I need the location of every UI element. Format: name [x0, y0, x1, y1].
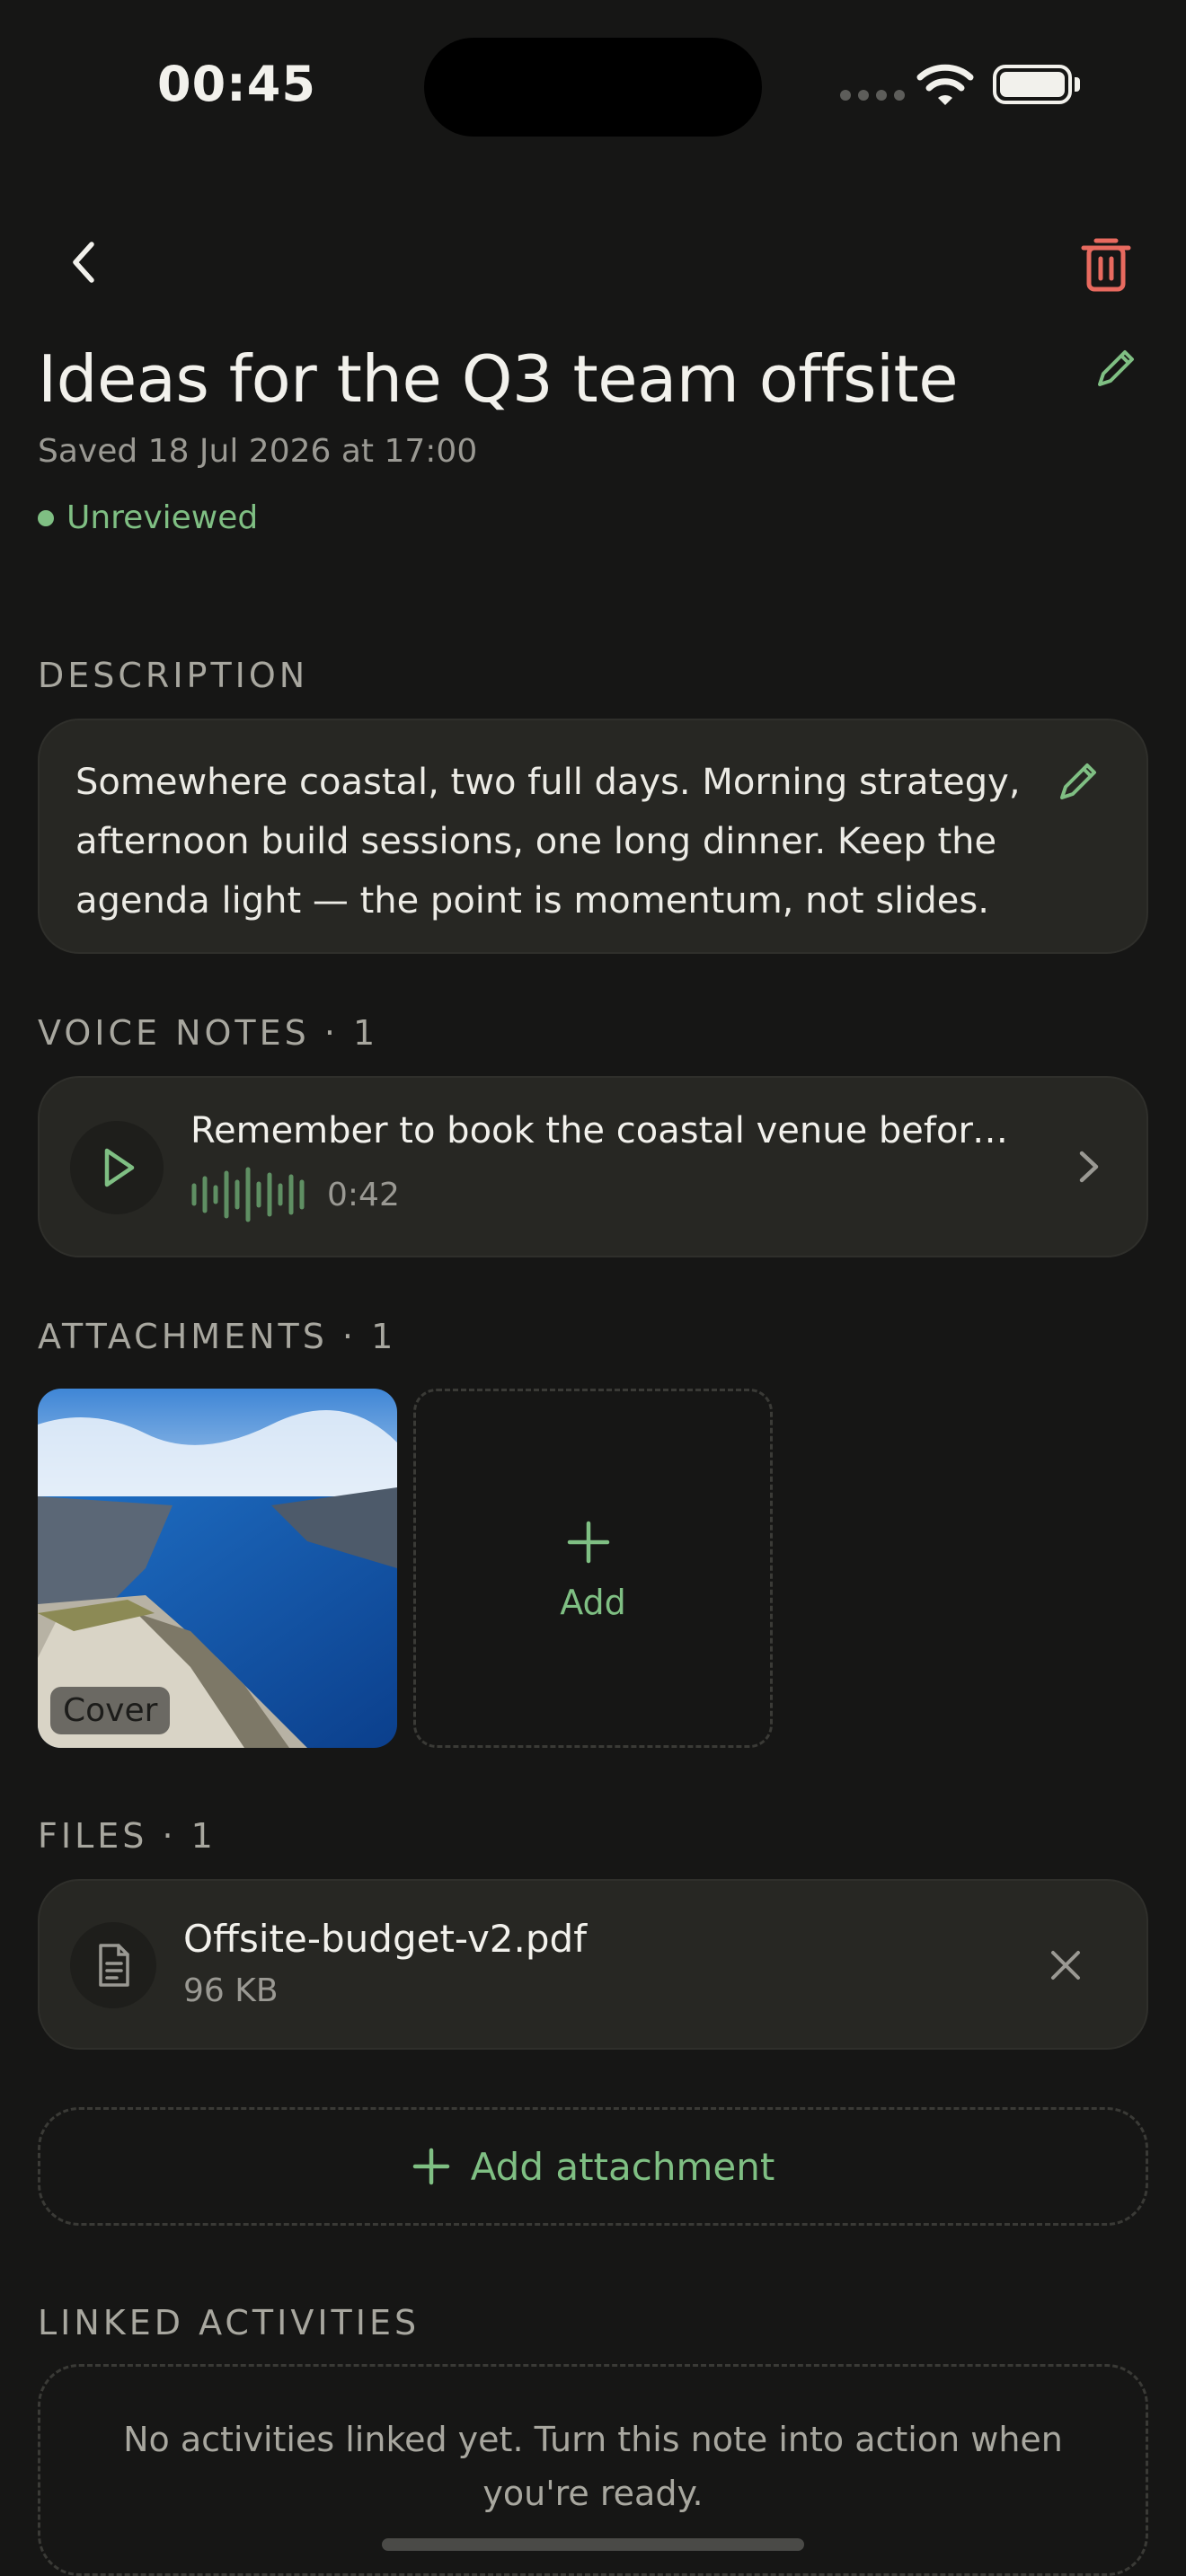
battery-icon — [993, 65, 1072, 104]
file-size: 96 KB — [183, 1972, 279, 2009]
plus-icon — [412, 2148, 449, 2185]
review-status: Unreviewed — [38, 499, 258, 536]
file-icon-container — [70, 1922, 156, 2008]
status-dot — [38, 509, 54, 526]
edit-title-pencil-icon[interactable] — [1091, 343, 1141, 393]
description-text: Somewhere coastal, two full days. Mornin… — [75, 762, 1021, 922]
linked-activities-empty-text: No activities linked yet. Turn this note… — [123, 2420, 1063, 2513]
cover-badge: Cover — [50, 1687, 171, 1734]
file-row[interactable] — [38, 1879, 1148, 2050]
add-tile-label: Add — [560, 1583, 626, 1622]
edit-description-pencil-icon[interactable] — [1053, 756, 1103, 807]
voice-note-duration: 0:42 — [327, 1177, 400, 1213]
file-name: Offsite-budget-v2.pdf — [183, 1917, 587, 1961]
back-chevron-icon[interactable] — [61, 235, 106, 289]
waveform-icon — [191, 1167, 305, 1222]
battery-cap — [1075, 77, 1080, 92]
home-indicator — [382, 2538, 804, 2551]
add-attachment-button[interactable]: Add attachment — [38, 2107, 1148, 2226]
linked-activities-label: LINKED ACTIVITIES — [38, 2303, 420, 2342]
status-label: Unreviewed — [66, 499, 259, 536]
description-label: DESCRIPTION — [38, 656, 309, 695]
chevron-right-icon — [1079, 1151, 1099, 1183]
status-time: 00:45 — [157, 56, 316, 112]
saved-timestamp: Saved 18 Jul 2026 at 17:00 — [38, 433, 478, 470]
voice-note-title: Remember to book the coastal venue befor… — [190, 1110, 1026, 1151]
trash-icon[interactable] — [1076, 232, 1136, 295]
play-button[interactable] — [70, 1121, 164, 1214]
play-icon — [104, 1148, 135, 1187]
note-title: Ideas for the Q3 team offsite — [38, 341, 959, 417]
voice-notes-label: VOICE NOTES · 1 — [38, 1013, 379, 1053]
add-attachment-label: Add attachment — [470, 2144, 775, 2189]
add-attachment-tile[interactable] — [413, 1389, 773, 1748]
files-label: FILES · 1 — [38, 1816, 217, 1856]
attachments-label: ATTACHMENTS · 1 — [38, 1317, 397, 1356]
signal-icon — [840, 90, 905, 101]
wifi-icon — [916, 64, 974, 105]
remove-file-close-icon[interactable] — [1044, 1944, 1087, 1987]
plus-icon — [567, 1521, 610, 1564]
document-icon — [99, 1944, 129, 1987]
dynamic-island — [424, 38, 762, 137]
